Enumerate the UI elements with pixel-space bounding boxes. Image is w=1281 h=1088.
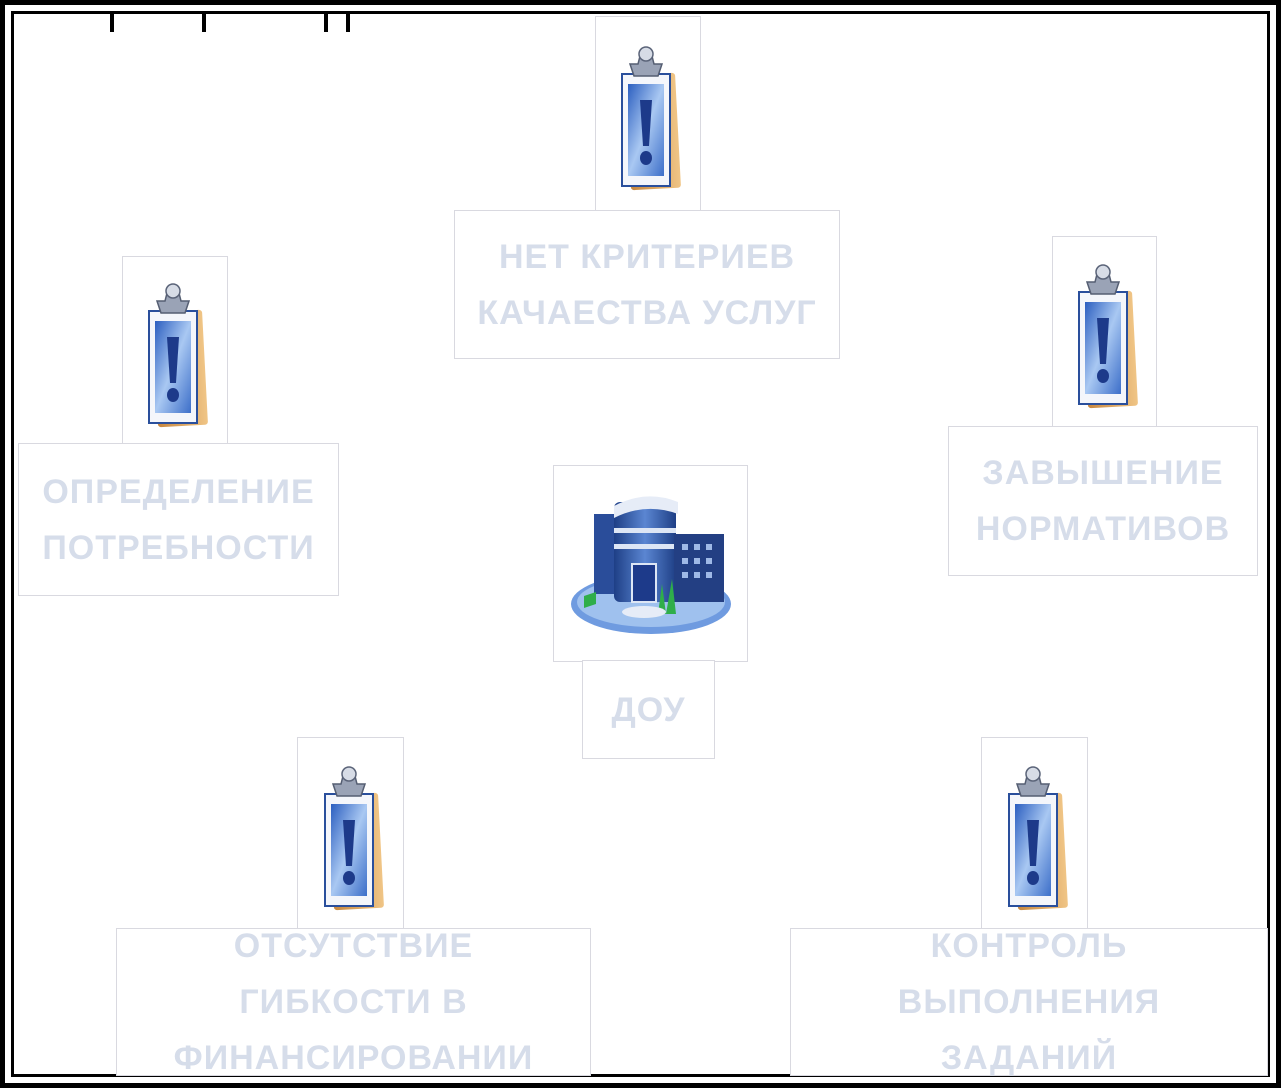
node-label: Нет критериев качаества услуг xyxy=(477,237,817,332)
clipboard-alert-icon xyxy=(122,256,228,446)
node-label: Контроль выполнения заданий xyxy=(897,927,1161,1077)
node-label-box: ДОУ xyxy=(582,660,715,759)
clipboard-alert-icon xyxy=(595,16,701,212)
node-label: Завышение нормативов xyxy=(975,454,1231,548)
clipboard-alert-icon xyxy=(297,737,404,930)
node-label: Отсутствие гибкости в финансировании xyxy=(173,927,534,1077)
node-label-box: Завышение нормативов xyxy=(948,426,1258,576)
clipboard-alert-icon xyxy=(981,737,1088,930)
node-label: Определение потребности xyxy=(42,472,315,567)
node-label-box: Определение потребности xyxy=(18,443,339,596)
cutoff-text-fragment xyxy=(110,14,355,34)
node-label-box: Нет критериев качаества услуг xyxy=(454,210,840,359)
node-label-box: Отсутствие гибкости в финансировании xyxy=(116,927,591,1077)
node-label: ДОУ xyxy=(611,690,686,729)
clipboard-alert-icon xyxy=(1052,236,1157,428)
building-icon xyxy=(553,465,748,662)
node-label-box: Контроль выполнения заданий xyxy=(790,927,1268,1077)
